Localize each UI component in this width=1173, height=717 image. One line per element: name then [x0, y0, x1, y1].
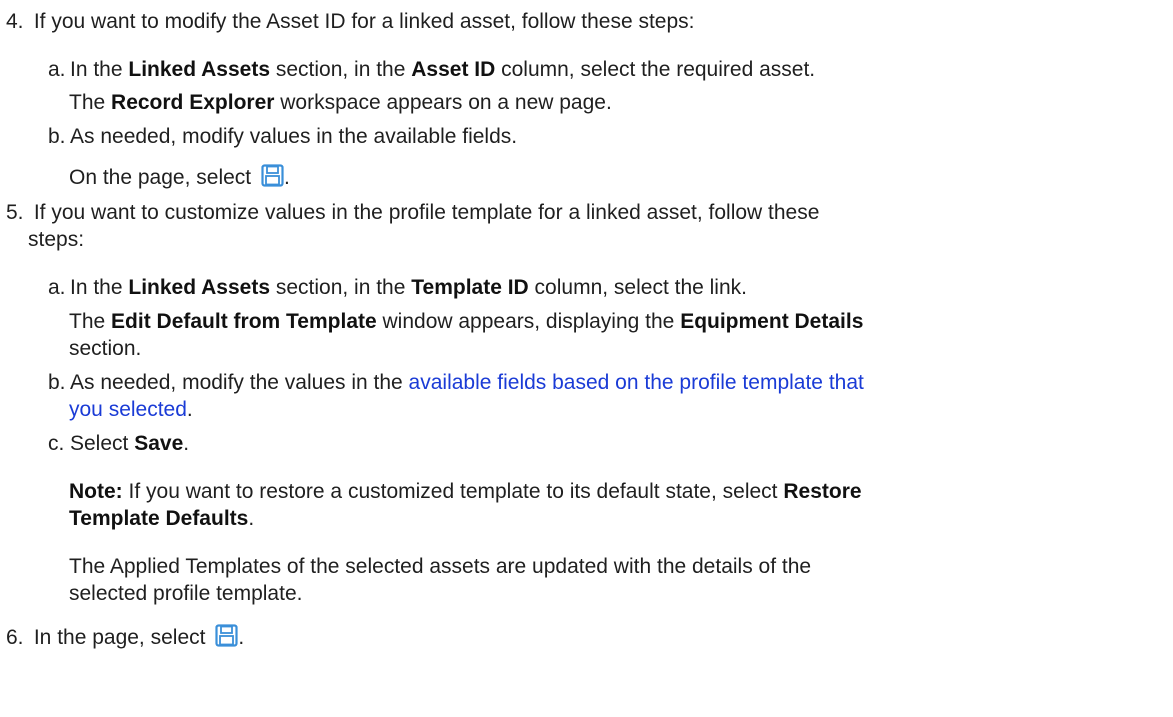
substep-5a: a. In the Linked Assets section, in the T… [48, 274, 1163, 301]
text-run: section, in the [270, 276, 412, 299]
substep-5a-result-cont: section. [69, 335, 1169, 362]
substep-4b-select: On the page, select . [69, 164, 1169, 191]
text-run: In the [70, 276, 129, 299]
note-cont: Template Defaults. [69, 505, 1169, 532]
text-run: . [248, 507, 255, 530]
ui-term-record-explorer: Record Explorer [111, 91, 275, 114]
text-run: In the [70, 58, 129, 81]
step-5: 5. If you want to customize values in th… [6, 199, 1166, 226]
result-paragraph-cont: selected profile template. [69, 580, 1169, 607]
substep-letter: a. [48, 276, 66, 299]
step-number: 6. [6, 626, 24, 649]
text-run: section. [69, 337, 142, 360]
substep-letter: b. [48, 371, 66, 394]
result-paragraph: The Applied Templates of the selected as… [69, 553, 1169, 580]
ui-term-save: Save [134, 432, 184, 455]
text-run: On the page, select [69, 166, 257, 189]
step-number: 4. [6, 10, 24, 33]
substep-4a-result: The Record Explorer workspace appears on… [69, 89, 1169, 116]
text-run: . [283, 166, 290, 189]
step-text: steps: [28, 228, 85, 251]
ui-term-template-defaults: Template Defaults [69, 507, 249, 530]
text-run: . [186, 398, 193, 421]
text-run: column, select the link. [528, 276, 747, 299]
ui-term-restore: Restore [783, 480, 862, 503]
text-run: . [238, 626, 245, 649]
text-run: As needed, modify the values in the [70, 371, 409, 394]
substep-5a-result: The Edit Default from Template window ap… [69, 308, 1169, 335]
note-label: Note: [69, 480, 123, 503]
ui-term-equipment-details: Equipment Details [680, 310, 864, 333]
substep-5b: b. As needed, modify the values in the av… [48, 369, 1163, 396]
ui-term-asset-id: Asset ID [411, 58, 496, 81]
substep-4b: b. As needed, modify values in the availa… [48, 123, 1163, 150]
text-run: workspace appears on a new page. [274, 91, 612, 114]
save-icon[interactable] [261, 164, 284, 187]
step-5-cont: steps: [28, 226, 1173, 253]
substep-4a: a. In the Linked Assets section, in the A… [48, 56, 1163, 83]
text-run: . [183, 432, 190, 455]
substep-letter: c. [48, 432, 65, 455]
note: Note: If you want to restore a customize… [69, 478, 1169, 505]
text-run: If you want to restore a customized temp… [122, 480, 784, 503]
ui-term-linked-assets: Linked Assets [128, 276, 270, 299]
available-fields-link[interactable]: available fields based on the profile te… [409, 371, 864, 394]
ui-term-edit-default-from-template: Edit Default from Template [111, 310, 377, 333]
text-run: column, select the required asset. [495, 58, 816, 81]
text-run: The Applied Templates of the selected as… [69, 555, 812, 578]
step-text: If you want to modify the Asset ID for a… [33, 10, 695, 33]
ui-term-template-id: Template ID [411, 276, 529, 299]
text-run: The [69, 310, 112, 333]
substep-letter: a. [48, 58, 66, 81]
ui-term-linked-assets: Linked Assets [128, 58, 270, 81]
step-number: 5. [6, 201, 24, 224]
text-run: The [69, 91, 112, 114]
text-run: selected profile template. [69, 582, 303, 605]
available-fields-link-cont[interactable]: you selected [69, 398, 187, 421]
text-run: window appears, displaying the [376, 310, 681, 333]
text-run: As needed, modify values in the availabl… [70, 125, 518, 148]
substep-5b-cont: you selected. [69, 396, 1169, 423]
substep-5c: c. Select Save. [48, 430, 1163, 457]
substep-letter: b. [48, 125, 66, 148]
step-text: If you want to customize values in the p… [33, 201, 820, 224]
text-run: section, in the [270, 58, 412, 81]
step-4: 4. If you want to modify the Asset ID fo… [6, 8, 1166, 35]
text-run: In the page, select [33, 626, 212, 649]
step-6: 6. In the page, select . [6, 624, 1166, 651]
text-run: Select [70, 432, 135, 455]
save-icon[interactable] [215, 624, 238, 647]
